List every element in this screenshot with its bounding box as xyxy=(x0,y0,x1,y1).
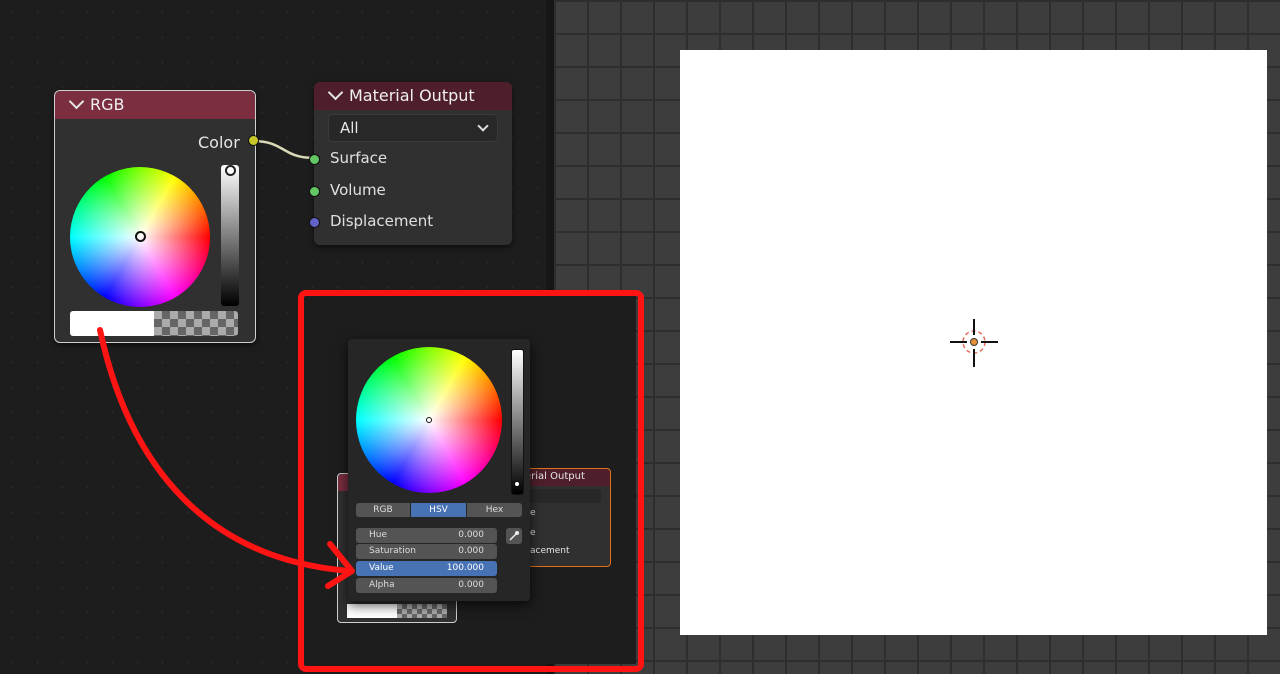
cursor-crosshair-icon[interactable] xyxy=(948,317,1000,369)
annotation-arrow xyxy=(97,327,355,589)
